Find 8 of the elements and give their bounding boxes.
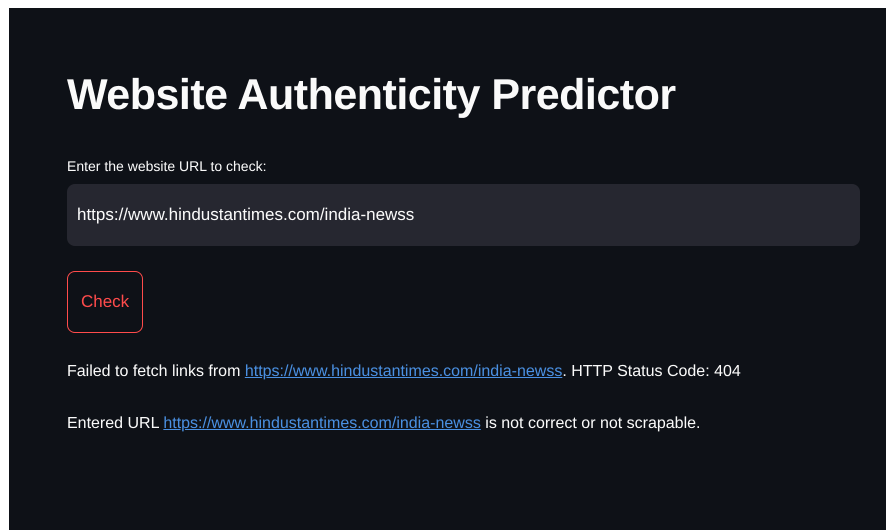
field-label: Enter the website URL to check: — [67, 158, 266, 174]
result-message: Failed to fetch links from https://www.hindustantimes.com/india-newss. HTTP Status Code: 404 — [67, 362, 741, 382]
url-link[interactable]: https://www.hindustantimes.com/india-newss — [163, 414, 481, 432]
url-input-field[interactable]: https://www.hindustantimes.com/india-newss — [67, 184, 860, 246]
page-title: Website Authenticity Predictor — [67, 70, 677, 121]
url-link[interactable]: https://www.hindustantimes.com/india-newss — [244, 362, 562, 380]
result-message: Entered URL https://www.hindustantimes.com/india-newss is not correct or not scrapable. — [67, 414, 700, 434]
check-button[interactable]: Check — [67, 270, 144, 333]
